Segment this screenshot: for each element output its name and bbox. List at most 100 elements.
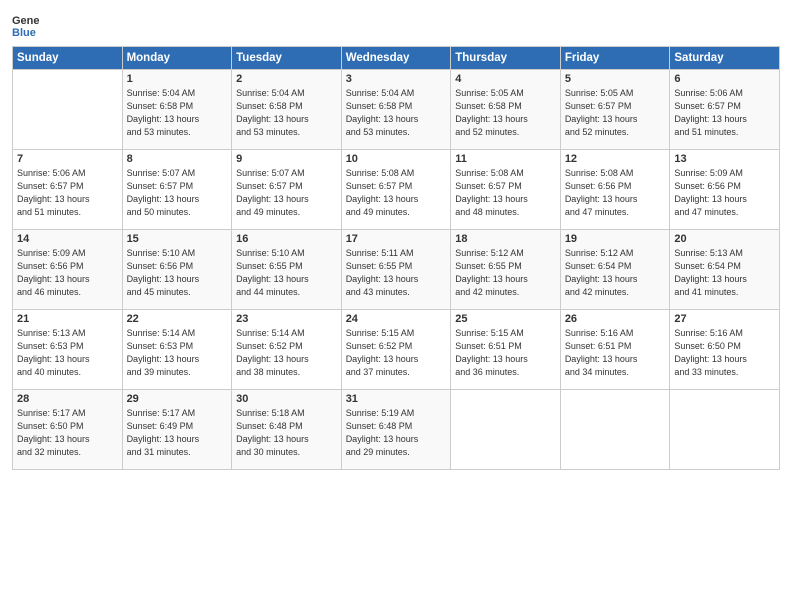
svg-text:Blue: Blue	[12, 27, 36, 38]
calendar-cell: 18Sunrise: 5:12 AM Sunset: 6:55 PM Dayli…	[451, 230, 561, 310]
day-number: 15	[127, 233, 228, 245]
day-number: 23	[236, 313, 337, 325]
calendar-cell: 31 Sunrise: 5:19 AM Sunset: 6:48 PM Dayli…	[341, 390, 451, 470]
calendar-cell: 19 Sunrise: 5:12 AM Sunset: 6:54 PM Dayli…	[560, 230, 670, 310]
day-number: 1	[127, 73, 228, 85]
day-info: Sunrise: 5:12 AM Sunset: 6:55 PM Dayligh…	[455, 247, 556, 299]
calendar-cell	[451, 390, 561, 470]
day-number: 6	[674, 73, 775, 85]
day-info: Sunrise: 5:08 AM Sunset: 6:57 PM Dayligh…	[346, 167, 447, 219]
day-info: Sunrise: 5:13 AM Sunset: 6:53 PM Dayligh…	[17, 327, 118, 379]
calendar-cell: 21 Sunrise: 5:13 AM Sunset: 6:53 PM Dayli…	[13, 310, 123, 390]
day-number: 25	[455, 313, 556, 325]
day-number: 2	[236, 73, 337, 85]
day-info: Sunrise: 5:07 AM Sunset: 6:57 PM Dayligh…	[127, 167, 228, 219]
day-number: 30	[236, 393, 337, 405]
calendar-cell	[13, 70, 123, 150]
day-info: Sunrise: 5:10 AM Sunset: 6:55 PM Dayligh…	[236, 247, 337, 299]
day-info: Sunrise: 5:06 AM Sunset: 6:57 PM Dayligh…	[674, 87, 775, 139]
day-info: Sunrise: 5:10 AM Sunset: 6:56 PM Dayligh…	[127, 247, 228, 299]
day-number: 17	[346, 233, 447, 245]
header-saturday: Saturday	[670, 47, 780, 70]
day-number: 31	[346, 393, 447, 405]
calendar-cell: 23Sunrise: 5:14 AM Sunset: 6:52 PM Dayli…	[232, 310, 342, 390]
day-number: 26	[565, 313, 666, 325]
header-friday: Friday	[560, 47, 670, 70]
header-wednesday: Wednesday	[341, 47, 451, 70]
calendar-cell: 30 Sunrise: 5:18 AM Sunset: 6:48 PM Dayli…	[232, 390, 342, 470]
calendar-cell: 28 Sunrise: 5:17 AM Sunset: 6:50 PM Dayli…	[13, 390, 123, 470]
day-number: 21	[17, 313, 118, 325]
calendar-cell: 6 Sunrise: 5:06 AM Sunset: 6:57 PM Daylig…	[670, 70, 780, 150]
header-sunday: Sunday	[13, 47, 123, 70]
calendar-cell: 10 Sunrise: 5:08 AM Sunset: 6:57 PM Dayli…	[341, 150, 451, 230]
calendar-table: SundayMondayTuesdayWednesdayThursdayFrid…	[12, 46, 780, 470]
week-row-4: 28 Sunrise: 5:17 AM Sunset: 6:50 PM Dayli…	[13, 390, 780, 470]
day-number: 7	[17, 153, 118, 165]
calendar-cell: 25 Sunrise: 5:15 AM Sunset: 6:51 PM Dayli…	[451, 310, 561, 390]
header-thursday: Thursday	[451, 47, 561, 70]
day-number: 8	[127, 153, 228, 165]
day-number: 19	[565, 233, 666, 245]
calendar-cell: 15 Sunrise: 5:10 AM Sunset: 6:56 PM Dayli…	[122, 230, 232, 310]
week-row-0: 1 Sunrise: 5:04 AM Sunset: 6:58 PM Daylig…	[13, 70, 780, 150]
day-number: 12	[565, 153, 666, 165]
day-info: Sunrise: 5:16 AM Sunset: 6:51 PM Dayligh…	[565, 327, 666, 379]
day-info: Sunrise: 5:14 AM Sunset: 6:53 PM Dayligh…	[127, 327, 228, 379]
day-number: 29	[127, 393, 228, 405]
day-info: Sunrise: 5:17 AM Sunset: 6:49 PM Dayligh…	[127, 407, 228, 459]
day-number: 22	[127, 313, 228, 325]
day-info: Sunrise: 5:15 AM Sunset: 6:52 PM Dayligh…	[346, 327, 447, 379]
header: General Blue	[12, 10, 780, 38]
day-info: Sunrise: 5:07 AM Sunset: 6:57 PM Dayligh…	[236, 167, 337, 219]
day-number: 28	[17, 393, 118, 405]
calendar-cell	[670, 390, 780, 470]
calendar-cell: 7 Sunrise: 5:06 AM Sunset: 6:57 PM Daylig…	[13, 150, 123, 230]
day-info: Sunrise: 5:04 AM Sunset: 6:58 PM Dayligh…	[346, 87, 447, 139]
calendar-cell: 24Sunrise: 5:15 AM Sunset: 6:52 PM Dayli…	[341, 310, 451, 390]
day-info: Sunrise: 5:19 AM Sunset: 6:48 PM Dayligh…	[346, 407, 447, 459]
day-info: Sunrise: 5:06 AM Sunset: 6:57 PM Dayligh…	[17, 167, 118, 219]
logo: General Blue	[12, 10, 44, 38]
day-info: Sunrise: 5:15 AM Sunset: 6:51 PM Dayligh…	[455, 327, 556, 379]
day-info: Sunrise: 5:05 AM Sunset: 6:58 PM Dayligh…	[455, 87, 556, 139]
day-info: Sunrise: 5:18 AM Sunset: 6:48 PM Dayligh…	[236, 407, 337, 459]
logo-icon: General Blue	[12, 10, 40, 38]
week-row-3: 21 Sunrise: 5:13 AM Sunset: 6:53 PM Dayli…	[13, 310, 780, 390]
day-info: Sunrise: 5:08 AM Sunset: 6:57 PM Dayligh…	[455, 167, 556, 219]
calendar-cell: 27Sunrise: 5:16 AM Sunset: 6:50 PM Dayli…	[670, 310, 780, 390]
day-number: 5	[565, 73, 666, 85]
day-info: Sunrise: 5:12 AM Sunset: 6:54 PM Dayligh…	[565, 247, 666, 299]
day-number: 13	[674, 153, 775, 165]
day-number: 16	[236, 233, 337, 245]
calendar-container: General Blue SundayMondayTuesdayWednesda…	[0, 0, 792, 612]
calendar-cell: 13 Sunrise: 5:09 AM Sunset: 6:56 PM Dayli…	[670, 150, 780, 230]
calendar-cell: 4 Sunrise: 5:05 AM Sunset: 6:58 PM Daylig…	[451, 70, 561, 150]
day-info: Sunrise: 5:04 AM Sunset: 6:58 PM Dayligh…	[236, 87, 337, 139]
header-monday: Monday	[122, 47, 232, 70]
svg-text:General: General	[12, 15, 40, 27]
calendar-cell: 20 Sunrise: 5:13 AM Sunset: 6:54 PM Dayli…	[670, 230, 780, 310]
day-number: 9	[236, 153, 337, 165]
calendar-cell: 12Sunrise: 5:08 AM Sunset: 6:56 PM Dayli…	[560, 150, 670, 230]
calendar-cell	[560, 390, 670, 470]
day-number: 14	[17, 233, 118, 245]
day-info: Sunrise: 5:13 AM Sunset: 6:54 PM Dayligh…	[674, 247, 775, 299]
calendar-cell: 9 Sunrise: 5:07 AM Sunset: 6:57 PM Daylig…	[232, 150, 342, 230]
day-info: Sunrise: 5:17 AM Sunset: 6:50 PM Dayligh…	[17, 407, 118, 459]
day-number: 4	[455, 73, 556, 85]
day-number: 3	[346, 73, 447, 85]
day-number: 10	[346, 153, 447, 165]
calendar-cell: 22 Sunrise: 5:14 AM Sunset: 6:53 PM Dayli…	[122, 310, 232, 390]
day-info: Sunrise: 5:09 AM Sunset: 6:56 PM Dayligh…	[17, 247, 118, 299]
day-info: Sunrise: 5:11 AM Sunset: 6:55 PM Dayligh…	[346, 247, 447, 299]
calendar-cell: 2 Sunrise: 5:04 AM Sunset: 6:58 PM Daylig…	[232, 70, 342, 150]
day-number: 20	[674, 233, 775, 245]
calendar-cell: 5Sunrise: 5:05 AM Sunset: 6:57 PM Daylig…	[560, 70, 670, 150]
calendar-cell: 17 Sunrise: 5:11 AM Sunset: 6:55 PM Dayli…	[341, 230, 451, 310]
day-info: Sunrise: 5:09 AM Sunset: 6:56 PM Dayligh…	[674, 167, 775, 219]
calendar-cell: 29 Sunrise: 5:17 AM Sunset: 6:49 PM Dayli…	[122, 390, 232, 470]
calendar-cell: 8 Sunrise: 5:07 AM Sunset: 6:57 PM Daylig…	[122, 150, 232, 230]
calendar-cell: 1Sunrise: 5:04 AM Sunset: 6:58 PM Daylig…	[122, 70, 232, 150]
day-info: Sunrise: 5:16 AM Sunset: 6:50 PM Dayligh…	[674, 327, 775, 379]
